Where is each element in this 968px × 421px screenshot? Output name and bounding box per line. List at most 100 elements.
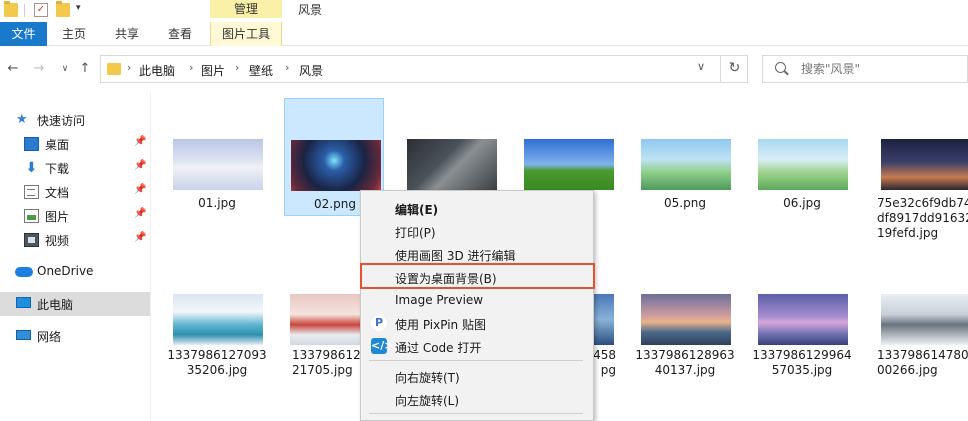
vscode-icon: </>: [371, 338, 394, 354]
file-tile[interactable]: 01.jpg: [167, 98, 267, 216]
file-tile[interactable]: 1337986128963 40137.jpg: [635, 290, 735, 408]
tab-view[interactable]: 查看: [159, 22, 201, 46]
menu-item-print[interactable]: 打印(P): [361, 220, 593, 242]
thumbnail: [881, 294, 968, 345]
thumbnail: [641, 139, 731, 190]
breadcrumb-pictures[interactable]: 图片: [201, 62, 225, 79]
breadcrumb-separator[interactable]: ›: [127, 61, 131, 74]
file-name: 06.jpg: [783, 196, 821, 210]
tab-picture-tools[interactable]: 图片工具: [210, 22, 282, 46]
file-name-line: 40137.jpg: [654, 363, 716, 377]
file-name: 05.png: [664, 196, 706, 210]
menu-item-rotate-left[interactable]: 向左旋转(L): [361, 388, 593, 410]
cloud-icon: [15, 267, 33, 277]
sidebar-item-label: 文档: [45, 186, 70, 200]
back-arrow-icon[interactable]: ←: [4, 60, 22, 78]
sidebar-item-desktop[interactable]: 桌面 📌: [0, 132, 150, 156]
file-name-line: 57035.jpg: [771, 363, 833, 377]
download-icon: ⬇: [25, 160, 38, 176]
sidebar-item-quick-access[interactable]: ★ 快速访问: [0, 108, 150, 132]
sidebar-item-label: 图片: [45, 210, 70, 224]
menu-item-set-desktop-background[interactable]: 设置为桌面背景(B): [361, 266, 593, 288]
file-tile[interactable]: 06.jpg: [752, 98, 852, 216]
breadcrumb-separator[interactable]: ›: [189, 61, 193, 74]
thumbnail: [524, 139, 614, 190]
menu-item-image-preview[interactable]: Image Preview: [361, 289, 593, 311]
file-name-line: 75e32c6f9db74: [877, 196, 968, 210]
pin-icon[interactable]: 📌: [134, 184, 146, 195]
navigation-pane: ★ 快速访问 桌面 📌 ⬇ 下载 📌 文档 📌 图片 📌 视频 📌 OneDri…: [0, 98, 150, 421]
new-folder-icon[interactable]: [56, 1, 70, 17]
file-name-line: 1337986147807: [877, 348, 968, 362]
window-title: 风景: [298, 3, 323, 17]
file-name-line: 35206.jpg: [186, 363, 248, 377]
search-input[interactable]: [801, 60, 961, 78]
menu-item-open-with-code[interactable]: </> 通过 Code 打开: [361, 335, 593, 357]
breadcrumb-separator[interactable]: ›: [285, 61, 289, 74]
sidebar-item-this-pc[interactable]: 此电脑: [0, 292, 150, 316]
computer-icon: [16, 297, 31, 308]
menu-item-edit-paint3d[interactable]: 使用画图 3D 进行编辑: [361, 243, 593, 265]
refresh-icon[interactable]: ↻: [720, 55, 748, 83]
file-tile[interactable]: 05.png: [635, 98, 735, 216]
sidebar-item-pictures[interactable]: 图片 📌: [0, 204, 150, 228]
star-icon: ★: [16, 112, 28, 127]
sidebar-item-downloads[interactable]: ⬇ 下载 📌: [0, 156, 150, 180]
file-tile[interactable]: 1337986147807 00266.jpg: [869, 290, 968, 408]
quick-access-dropdown-icon[interactable]: ▾: [76, 3, 81, 13]
menu-item-label: 编辑(E): [395, 203, 439, 217]
sidebar-item-network[interactable]: 网络: [0, 324, 150, 348]
menu-item-label: 使用 PixPin 贴图: [395, 318, 486, 332]
thumbnail: [641, 294, 731, 345]
menu-separator: [369, 413, 583, 414]
menu-item-pixpin[interactable]: P 使用 PixPin 贴图: [361, 312, 593, 334]
sidebar-item-onedrive[interactable]: OneDrive: [0, 260, 150, 284]
file-tile[interactable]: 1337986129964 57035.jpg: [752, 290, 852, 408]
folder-icon: [107, 63, 121, 75]
navigation-bar: ← → ∨ ↑ › 此电脑 › 图片 › 壁纸 › 风景 ∨ ↻: [0, 46, 968, 92]
properties-icon[interactable]: ✓: [34, 3, 48, 17]
tab-share[interactable]: 共享: [106, 22, 148, 46]
search-box[interactable]: [762, 55, 968, 83]
file-name: 75e32c6f9db74 df8917dd91632 19fefd.jpg: [877, 196, 968, 241]
breadcrumb-scenery[interactable]: 风景: [299, 62, 323, 79]
menu-item-rotate-right[interactable]: 向右旋转(T): [361, 365, 593, 387]
pin-icon[interactable]: 📌: [134, 208, 146, 219]
address-dropdown-icon[interactable]: ∨: [697, 60, 705, 73]
sidebar-item-documents[interactable]: 文档 📌: [0, 180, 150, 204]
recent-locations-chevron-icon[interactable]: ∨: [56, 60, 74, 78]
pin-icon[interactable]: 📌: [134, 136, 146, 147]
menu-item-label: 通过 Code 打开: [395, 341, 482, 355]
tab-file[interactable]: 文件: [0, 22, 47, 46]
address-bar[interactable]: › 此电脑 › 图片 › 壁纸 › 风景 ∨: [100, 55, 748, 83]
thumbnail: [407, 139, 497, 190]
tab-home[interactable]: 主页: [53, 22, 95, 46]
search-icon: [775, 62, 786, 73]
file-name-line: df8917dd91632: [877, 211, 968, 225]
title-bar: ✓ ▾ 管理 风景: [0, 0, 968, 22]
file-name-line: 1337986127093: [167, 348, 267, 362]
toolbar-separator: [24, 4, 25, 17]
sidebar-item-label: 快速访问: [37, 114, 86, 128]
file-name-line: 19fefd.jpg: [877, 226, 939, 240]
sidebar-item-label: 桌面: [45, 138, 70, 152]
forward-arrow-icon[interactable]: →: [30, 60, 48, 78]
file-tile[interactable]: 1337986127093 35206.jpg: [167, 290, 267, 408]
breadcrumb-this-pc[interactable]: 此电脑: [139, 62, 175, 79]
file-tile[interactable]: 75e32c6f9db74 df8917dd91632 19fefd.jpg: [869, 98, 968, 240]
menu-item-label: 向左旋转(L): [395, 394, 460, 408]
menu-item-label: Image Preview: [395, 293, 484, 307]
menu-item-edit[interactable]: 编辑(E): [361, 197, 593, 219]
menu-item-label: 打印(P): [395, 226, 436, 240]
pin-icon[interactable]: 📌: [134, 232, 146, 243]
picture-icon: [24, 209, 39, 223]
file-name-line: 00266.jpg: [877, 363, 938, 377]
pin-icon[interactable]: 📌: [134, 160, 146, 171]
manage-tab[interactable]: 管理: [210, 0, 282, 18]
up-arrow-icon[interactable]: ↑: [76, 60, 94, 78]
breadcrumb-wallpapers[interactable]: 壁纸: [249, 62, 273, 79]
desktop-icon: [24, 137, 39, 151]
sidebar-item-videos[interactable]: 视频 📌: [0, 228, 150, 252]
breadcrumb-separator[interactable]: ›: [235, 61, 239, 74]
sidebar-item-label: 网络: [37, 330, 62, 344]
